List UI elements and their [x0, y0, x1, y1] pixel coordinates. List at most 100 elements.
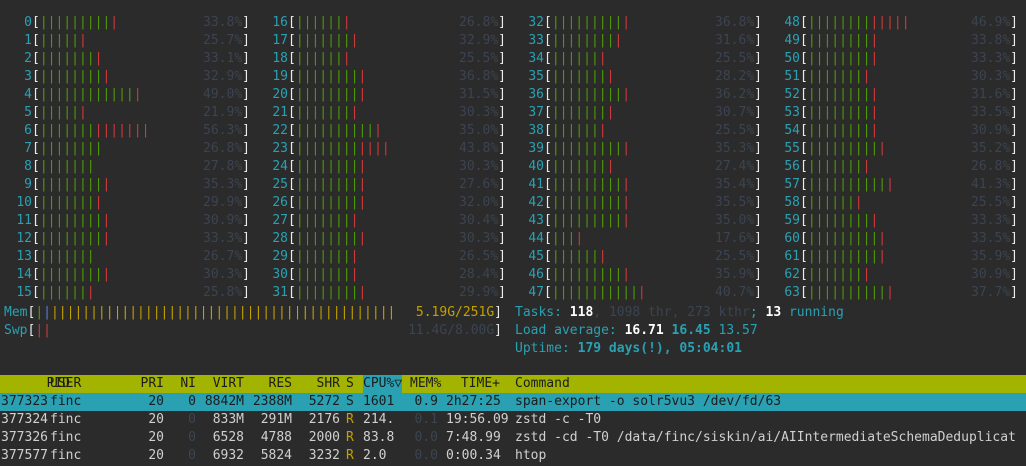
cpu-id: 14 — [16, 267, 32, 282]
column-header-res[interactable]: RES — [248, 375, 292, 393]
cpu-percent: 29.9% — [459, 285, 499, 300]
cpu-percent: 31.5% — [459, 87, 499, 102]
cpu-bar-system: | — [622, 195, 631, 210]
bracket-open: [ — [544, 267, 552, 282]
cpu-bar-system: | — [374, 123, 382, 138]
cpu-percent: 33.8% — [203, 15, 243, 30]
cpu-id: 20 — [272, 87, 288, 102]
bracket-close: ] — [1010, 195, 1018, 210]
cpu-percent: 33.5% — [971, 105, 1011, 120]
bracket-close: ] — [498, 33, 506, 48]
process-command: htop — [515, 448, 547, 463]
process-pri: 20 — [148, 412, 164, 427]
cpu-percent-wrap: 36.8%] — [715, 14, 762, 32]
cpu-id: 59 — [784, 213, 800, 228]
cpu-id: 33 — [528, 33, 544, 48]
cpu-id: 36 — [528, 87, 544, 102]
cpu-bar-system: | — [622, 87, 631, 102]
column-header-cpu[interactable]: CPU%▽ — [363, 375, 403, 393]
column-header-pri[interactable]: PRI — [136, 375, 164, 393]
cpu-meter-25: 25[||||||||| 27.6%] — [260, 176, 508, 194]
cpu-percent-wrap: 25.5%] — [715, 50, 762, 68]
tasks-line: Tasks: 118, 1098 thr, 273 kthr; 13 runni… — [515, 305, 844, 320]
cpu-id: 13 — [16, 249, 32, 264]
process-row[interactable]: 377324 finc 20 0 833M 291M 2176 R 214. 0.1 19:56.0… — [0, 411, 1026, 429]
process-res: 291M — [260, 412, 292, 427]
bracket-open: [ — [288, 33, 296, 48]
cpu-id: 12 — [16, 231, 32, 246]
cpu-meter-63: 63[||||||||||| 37.7%] — [772, 284, 1020, 302]
cpu-id: 40 — [528, 159, 544, 174]
cpu-bar-system: | — [622, 15, 631, 30]
cpu-bar-system: | — [878, 249, 887, 264]
bracket-close: ] — [1010, 51, 1018, 66]
cpu-bar-user: ||||||| — [551, 69, 607, 84]
bracket-close: ] — [754, 51, 762, 66]
cpu-bar-system: | — [110, 15, 119, 30]
column-header-virt[interactable]: VIRT — [200, 375, 244, 393]
cpu-percent-wrap: 25.5%] — [715, 248, 762, 266]
cpu-percent-wrap: 33.8%] — [971, 32, 1018, 50]
cpu-percent: 30.9% — [971, 123, 1011, 138]
load-label: Load average: — [515, 323, 617, 338]
cpu-percent-wrap: 36.2%] — [715, 86, 762, 104]
column-header-shr[interactable]: SHR — [296, 375, 340, 393]
cpu-bar-user: |||||||| — [295, 69, 359, 84]
cpu-bar-system: | — [862, 267, 871, 282]
cpu-percent-wrap: 25.5%] — [715, 122, 762, 140]
cpu-id: 11 — [16, 213, 32, 228]
process-ni: 0 — [188, 394, 196, 409]
cpu-percent: 35.5% — [715, 195, 755, 210]
bracket-open: [ — [544, 141, 552, 156]
process-row[interactable]: 377577 finc 20 0 6932 5824 3232 R 2.0 0.0 0:00.34 h… — [0, 447, 1026, 465]
bracket-open: [ — [800, 231, 808, 246]
cpu-id: 30 — [272, 267, 288, 282]
process-time: 7:48.99 — [446, 430, 501, 445]
cpu-bar-system: | — [342, 15, 351, 30]
cpu-bar-user: |||||||| — [39, 141, 103, 156]
cpu-meter-3: 3[||||||||| 32.9%] — [4, 68, 252, 86]
process-virt: 833M — [212, 412, 244, 427]
cpu-percent-wrap: 33.5%] — [971, 230, 1018, 248]
bracket-open: [ — [288, 87, 296, 102]
cpu-meter-26: 26[||||||||| 32.0%] — [260, 194, 508, 212]
cpu-bar-user: ||||||| — [39, 159, 95, 174]
bracket-close: ] — [754, 177, 762, 192]
cpu-meter-48: 48[||||||||||||| 46.9%] — [772, 14, 1020, 32]
cpu-bar-user: ||||||||| — [551, 141, 623, 156]
process-table-header[interactable]: PID USER PRI NI VIRT RES SHR S CPU%▽ MEM% TIME+ Com… — [0, 375, 1026, 393]
bracket-close: ] — [1010, 285, 1018, 300]
column-header-state[interactable]: S — [346, 375, 354, 393]
cpu-percent: 29.9% — [203, 195, 243, 210]
process-row[interactable]: 377326 finc 20 0 6528 4788 2000 R 83.8 0.0 7:48.99… — [0, 429, 1026, 447]
bracket-open: [ — [544, 87, 552, 102]
column-header-time[interactable]: TIME+ — [446, 375, 500, 393]
cpu-meter-47: 47[|||||||||||| 40.7%] — [516, 284, 764, 302]
cpu-id: 44 — [528, 231, 544, 246]
cpu-percent-wrap: 33.8%] — [203, 14, 250, 32]
cpu-percent: 33.5% — [971, 231, 1011, 246]
bracket-open: [ — [32, 267, 40, 282]
bracket-open: [ — [544, 123, 552, 138]
cpu-meter-15: 15[||||||| 25.8%] — [4, 284, 252, 302]
process-user: finc — [50, 430, 82, 445]
bracket-close: ] — [1010, 159, 1018, 174]
column-header-ni[interactable]: NI — [172, 375, 196, 393]
bracket-open: [ — [800, 69, 808, 84]
bracket-open: [ — [544, 105, 552, 120]
cpu-meter-36: 36[|||||||||| 36.2%] — [516, 86, 764, 104]
cpu-id: 15 — [16, 285, 32, 300]
cpu-id: 45 — [528, 249, 544, 264]
bracket-open: [ — [32, 177, 40, 192]
column-header-command[interactable]: Command — [515, 375, 570, 393]
column-header-user[interactable]: USER — [50, 375, 81, 393]
cpu-id: 38 — [528, 123, 544, 138]
cpu-meter-7: 7[|||||||| 26.8%] — [4, 140, 252, 158]
cpu-percent-wrap: 30.7%] — [715, 104, 762, 122]
cpu-bar-system: | — [606, 105, 615, 120]
load-average-line: Load average: 16.71 16.45 13.57 — [515, 322, 758, 340]
column-header-mem[interactable]: MEM% — [410, 375, 441, 393]
cpu-bar-user: |||||||| — [295, 195, 359, 210]
bracket-open: [ — [32, 249, 40, 264]
process-row[interactable]: 377323 finc 20 0 8842M 2388M 5272 S 1601 0.9 2h27:… — [0, 393, 1026, 411]
